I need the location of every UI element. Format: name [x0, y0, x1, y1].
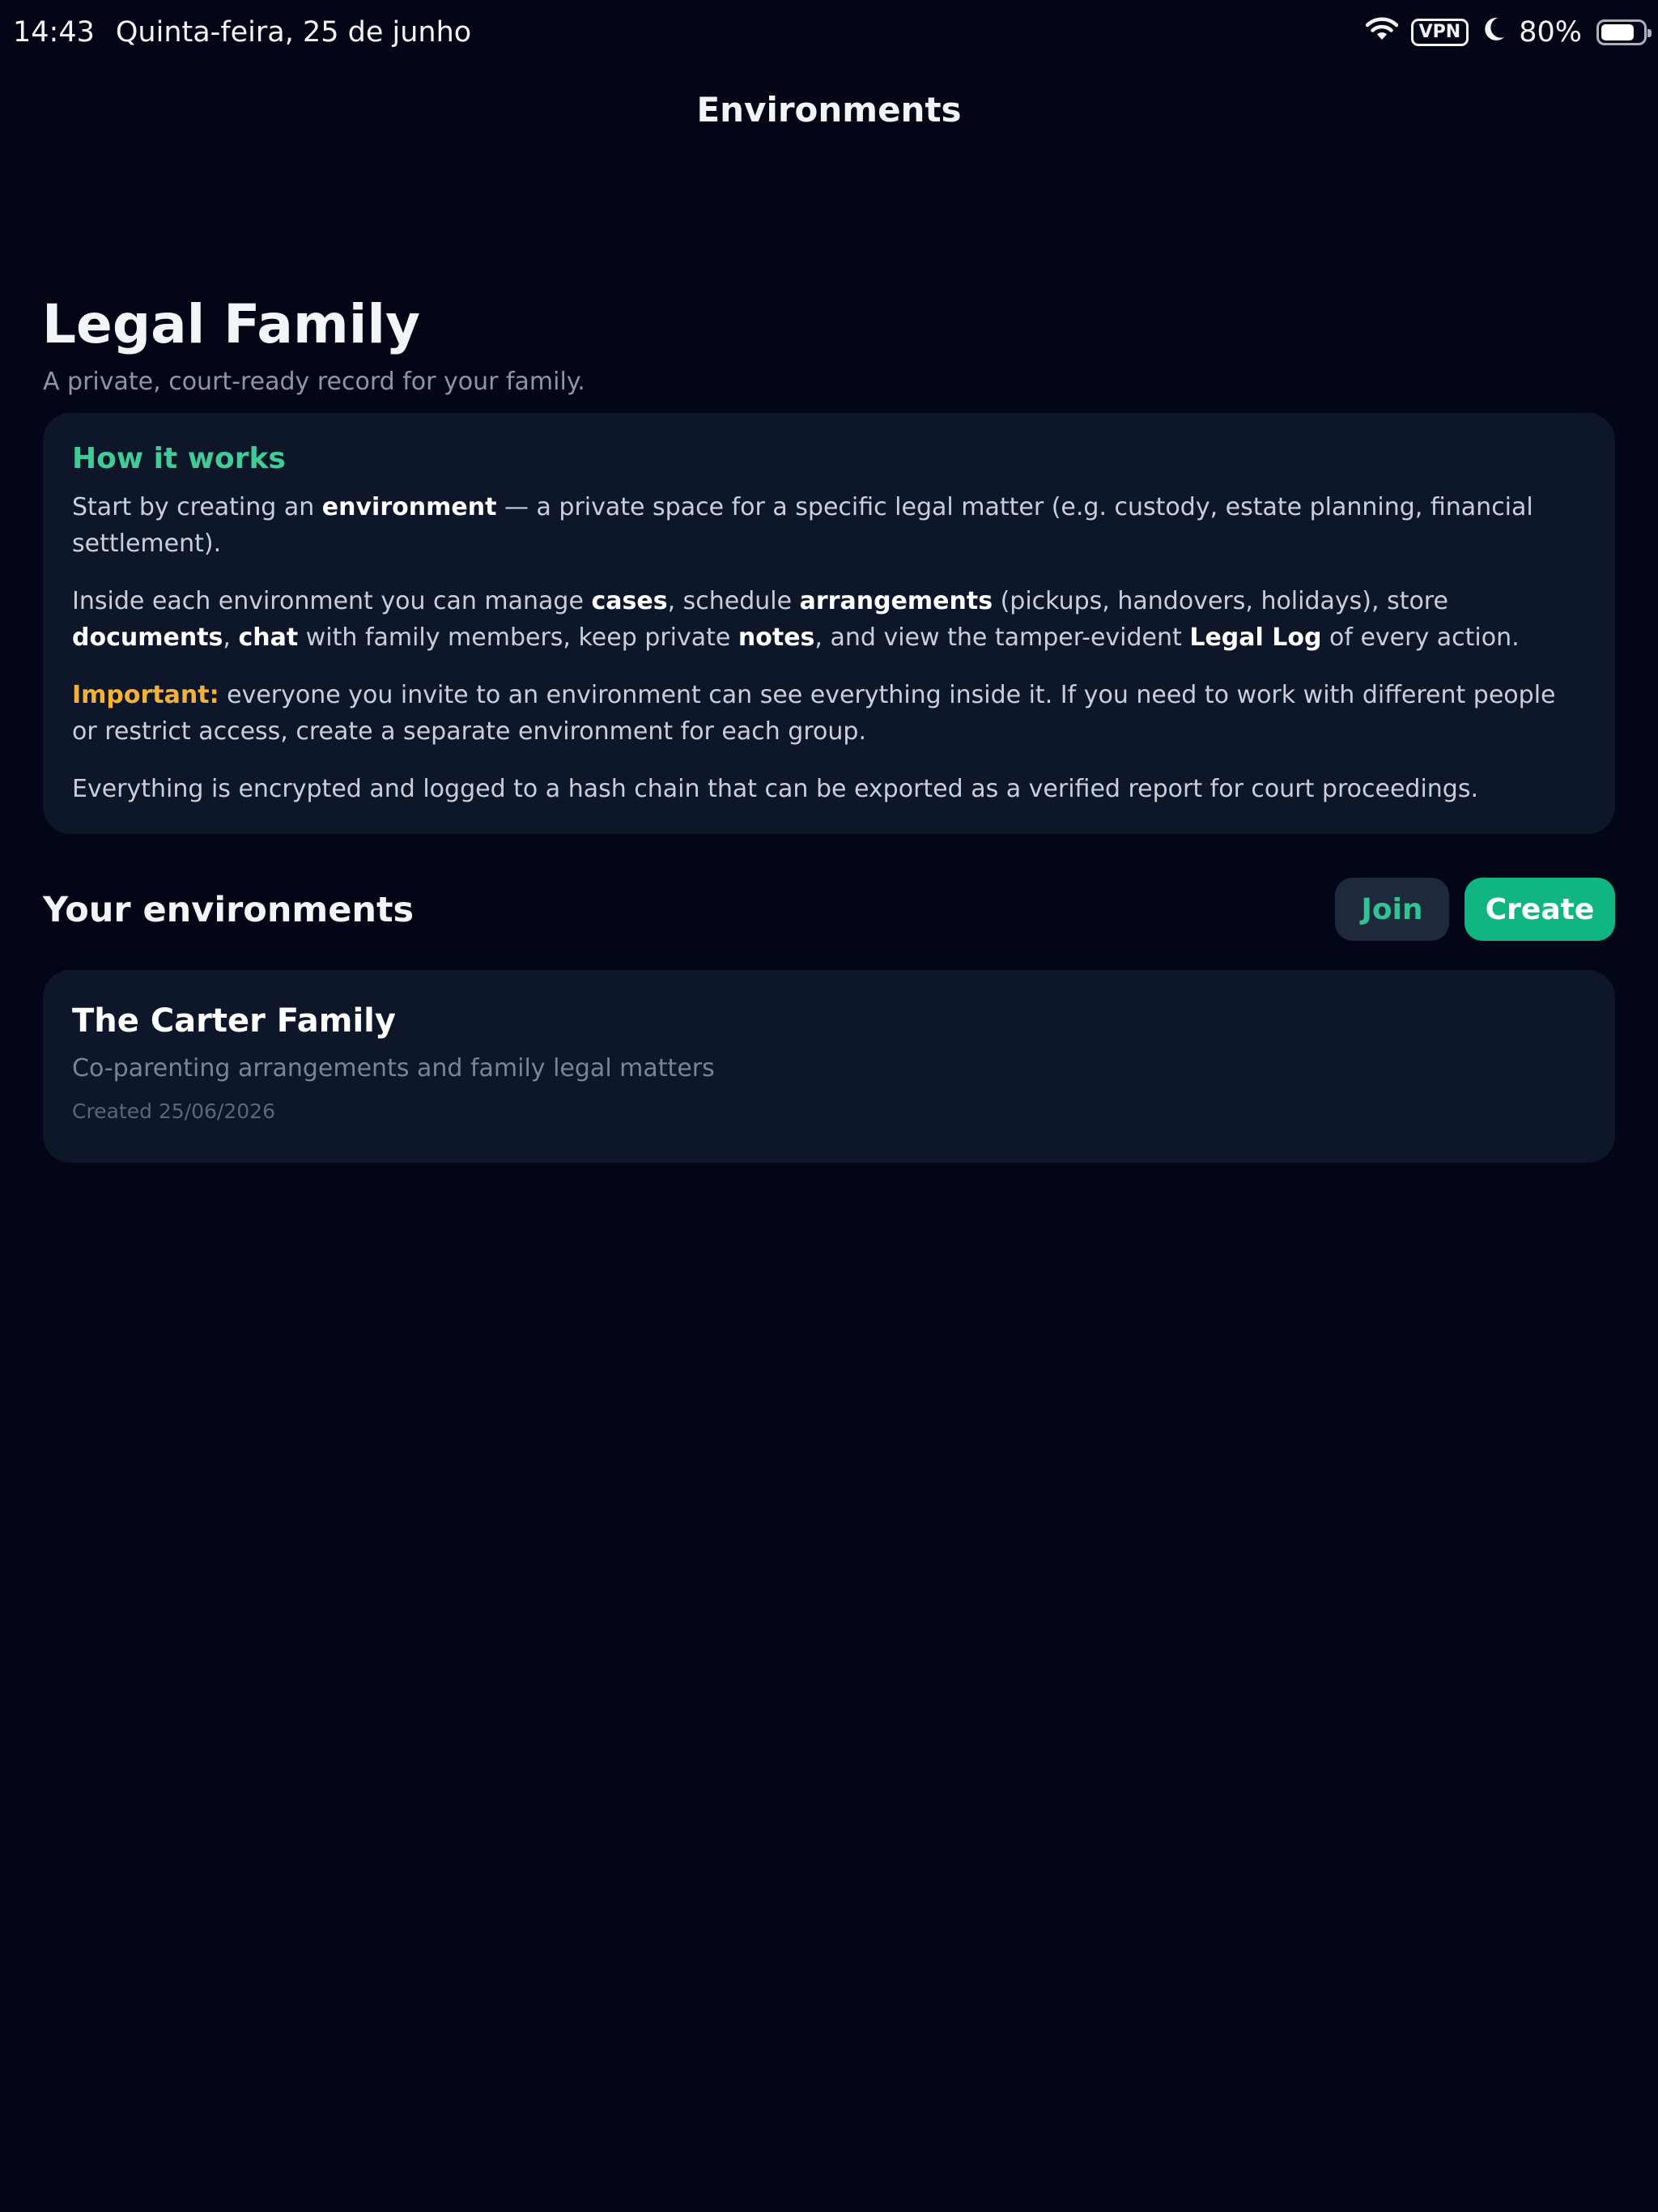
vpn-badge: VPN	[1410, 19, 1469, 46]
page-title: Legal Family	[42, 293, 420, 355]
nav-title: Environments	[696, 90, 962, 130]
important-label: Important:	[72, 681, 219, 709]
status-right: VPN 80%	[1365, 15, 1652, 50]
wifi-icon	[1365, 16, 1398, 49]
battery-fill	[1601, 24, 1634, 40]
environments-section-title: Your environments	[43, 890, 414, 930]
join-button[interactable]: Join	[1335, 878, 1449, 941]
create-button[interactable]: Create	[1465, 878, 1615, 941]
environment-created-date: Created 25/06/2026	[72, 1100, 275, 1123]
battery-percent: 80%	[1519, 16, 1582, 49]
page-subtitle: A private, court-ready record for your f…	[43, 368, 585, 396]
environment-description: Co-parenting arrangements and family leg…	[72, 1054, 715, 1083]
how-it-works-paragraph-2: Inside each environment you can manage c…	[72, 587, 1520, 652]
how-it-works-card: How it works Start by creating an enviro…	[43, 413, 1615, 834]
how-it-works-paragraph-1: Start by creating an environment — a pri…	[72, 493, 1533, 558]
how-it-works-title: How it works	[72, 442, 286, 475]
moon-icon	[1482, 16, 1506, 49]
how-it-works-paragraph-4: Everything is encrypted and logged to a …	[72, 775, 1479, 803]
battery-icon	[1596, 19, 1652, 45]
battery-cap	[1647, 29, 1652, 37]
how-it-works-paragraph-3: Important: everyone you invite to an env…	[72, 681, 1556, 746]
status-date: Quinta-feira, 25 de junho	[115, 16, 472, 49]
status-left: 14:43 Quinta-feira, 25 de junho	[13, 15, 471, 50]
status-bar: 14:43 Quinta-feira, 25 de junho VPN 80%	[0, 0, 1658, 65]
environment-name: The Carter Family	[72, 1002, 396, 1040]
status-time: 14:43	[13, 16, 95, 49]
environment-card[interactable]: The Carter Family Co-parenting arrangeme…	[43, 970, 1615, 1163]
